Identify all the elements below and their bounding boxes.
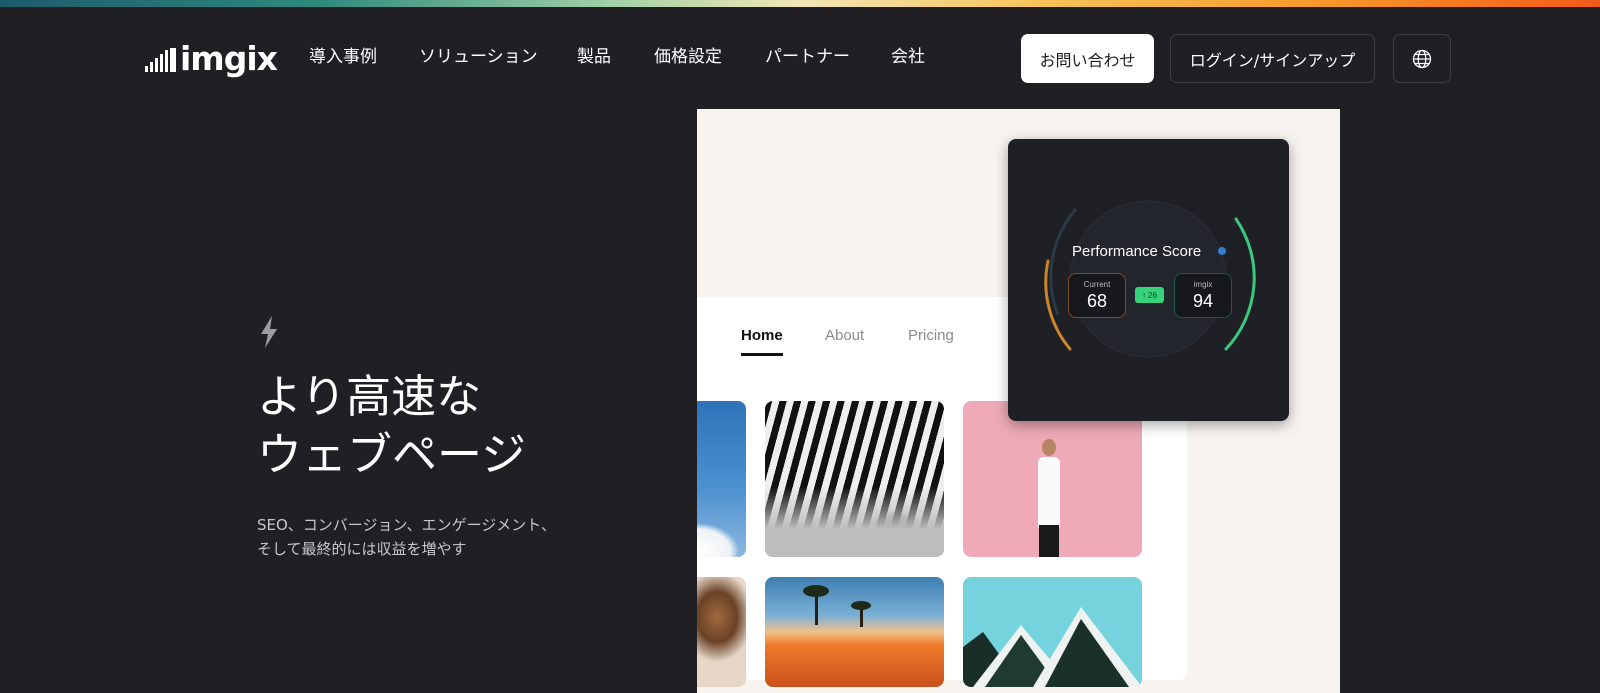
nav-item-products[interactable]: 製品: [577, 44, 611, 70]
zebra-photo: [765, 401, 944, 557]
nav-item-partners[interactable]: パートナー: [765, 44, 850, 70]
tab-home[interactable]: Home: [741, 327, 783, 356]
logo-mark-icon: [145, 48, 176, 72]
logo-text: imgix: [180, 38, 278, 78]
tab-pricing[interactable]: Pricing: [908, 327, 954, 344]
rooftops-photo: [963, 577, 1142, 687]
lightning-bolt-icon: [261, 316, 277, 348]
current-score-label: Current: [1083, 280, 1111, 289]
desert-palms-photo: [765, 577, 944, 687]
imgix-score-label: imgix: [1193, 280, 1213, 289]
performance-score-card: Performance Score Current 68 ↑ 26 imgix …: [1008, 139, 1289, 421]
tab-about[interactable]: About: [825, 327, 864, 344]
imgix-logo[interactable]: imgix: [145, 40, 291, 80]
hair-portrait-photo: [697, 577, 746, 687]
man-pink-background-photo: [963, 401, 1142, 557]
hero-title-line2: ウェブページ: [257, 428, 527, 481]
hero-subtitle: SEO、コンバージョン、エンゲージメント、そして最終的には収益を増やす: [257, 516, 557, 558]
arrow-up-icon: ↑: [1142, 290, 1147, 300]
info-icon[interactable]: [1218, 247, 1226, 255]
nav-item-case-studies[interactable]: 導入事例: [309, 44, 377, 70]
nav-item-solutions[interactable]: ソリューション: [419, 44, 538, 70]
hero-title-line1: より高速な: [257, 370, 482, 423]
language-button[interactable]: [1393, 34, 1451, 83]
login-signup-button[interactable]: ログイン/サインアップ: [1170, 34, 1375, 83]
current-score-value: 68: [1086, 291, 1108, 311]
nav-item-pricing[interactable]: 価格設定: [654, 44, 722, 70]
score-delta-value: 26: [1148, 290, 1157, 300]
performance-score-title: Performance Score: [1072, 243, 1202, 260]
imgix-score-value: 94: [1192, 291, 1214, 311]
nav-item-company[interactable]: 会社: [891, 44, 925, 70]
hero-title: より高速な ウェブページ: [257, 368, 526, 484]
score-delta-badge: ↑ 26: [1135, 287, 1164, 303]
imgix-score-box: imgix 94: [1174, 273, 1232, 318]
top-gradient-bar: [0, 0, 1600, 7]
globe-icon: [1412, 49, 1432, 68]
sky-photo: [697, 401, 746, 557]
contact-button[interactable]: お問い合わせ: [1021, 34, 1154, 83]
current-score-box: Current 68: [1068, 273, 1126, 318]
score-gauge: [1044, 200, 1256, 358]
